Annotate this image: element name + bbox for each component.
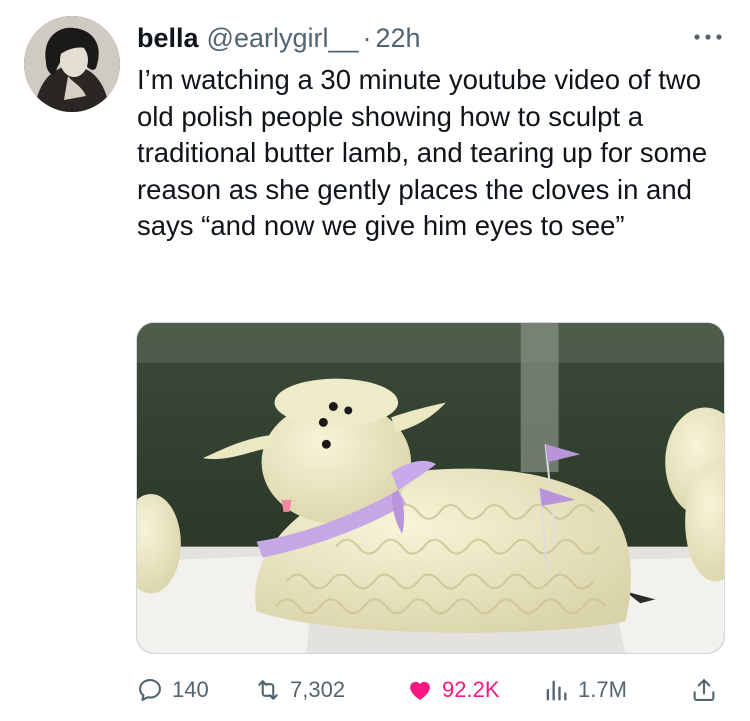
tweet-image[interactable] [136, 322, 725, 654]
action-bar: 140 7,302 92.2K 1.7M [136, 672, 722, 708]
avatar-photo [24, 16, 120, 112]
like-count: 92.2K [442, 677, 500, 702]
display-name[interactable]: bella [137, 23, 199, 54]
share-button[interactable] [690, 672, 718, 708]
butter-lamb-photo [137, 323, 724, 653]
separator: · [362, 22, 372, 53]
like-button[interactable]: 92.2K [406, 672, 500, 708]
handle[interactable]: @earlygirl__ [207, 23, 359, 54]
reply-button[interactable]: 140 [136, 672, 209, 708]
tweet: bella @earlygirl__ · 22h I’m watching a … [0, 0, 750, 721]
views-button[interactable]: 1.7M [542, 672, 627, 708]
heart-icon [410, 681, 430, 700]
tweet-header: bella @earlygirl__ · 22h [137, 18, 726, 58]
views-count: 1.7M [578, 677, 627, 702]
tweet-text: I’m watching a 30 minute youtube video o… [137, 64, 708, 241]
more-horizontal-icon[interactable] [690, 22, 726, 52]
timestamp[interactable]: 22h [376, 23, 421, 54]
retweet-count: 7,302 [290, 677, 346, 702]
views-chart-icon [546, 680, 567, 701]
reply-count: 140 [172, 677, 209, 702]
retweet-icon [258, 680, 278, 700]
share-icon [693, 679, 715, 701]
reply-icon [139, 679, 161, 701]
avatar[interactable] [24, 16, 120, 112]
retweet-button[interactable]: 7,302 [254, 672, 345, 708]
